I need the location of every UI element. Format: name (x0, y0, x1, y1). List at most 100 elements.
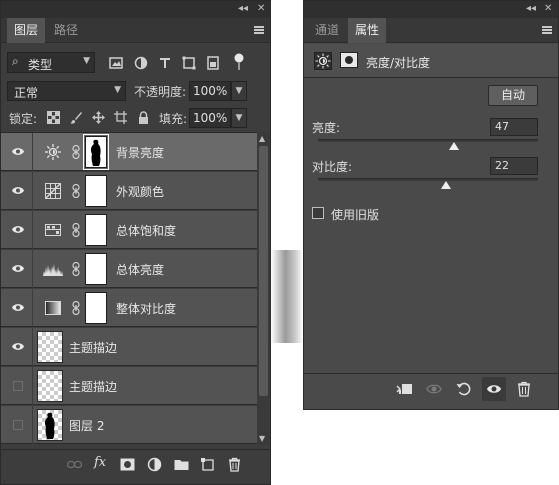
trash-icon[interactable] (516, 381, 532, 397)
layer-list: 背景亮度 外观颜色 总体饱和度 总体亮度 整体对比度 主题描边 主题描边 图层 … (1, 132, 257, 445)
visibility-toggle[interactable] (1, 172, 33, 210)
layer-name[interactable]: 总体亮度 (116, 261, 164, 278)
legacy-checkbox[interactable] (312, 207, 324, 219)
layer-row[interactable]: 外观颜色 (1, 172, 257, 210)
link-icon[interactable] (72, 301, 80, 315)
reset-icon[interactable] (456, 381, 472, 397)
layer-name[interactable]: 外观颜色 (116, 183, 164, 200)
collapse-icon[interactable]: ◂◂ (526, 3, 536, 14)
tab-layers[interactable]: 图层 (7, 18, 46, 43)
new-layer-icon[interactable] (200, 457, 215, 472)
layer-row[interactable]: 主题描边 (1, 328, 257, 366)
brightness-slider-thumb[interactable] (449, 142, 460, 150)
view-previous-icon[interactable] (426, 381, 442, 397)
visibility-toggle[interactable] (1, 367, 33, 405)
layer-mask-thumbnail[interactable] (85, 214, 107, 246)
layer-row[interactable]: 背景亮度 (1, 133, 257, 171)
layers-bottom-toolbar: fx (1, 449, 270, 477)
layers-scrollbar[interactable]: ▲ ▼ (257, 132, 270, 445)
opacity-input[interactable]: 100% (189, 81, 231, 101)
layer-name[interactable]: 主题描边 (69, 339, 117, 356)
fill-label: 填充: (159, 112, 188, 126)
fill-dropdown-button[interactable]: ▼ (231, 108, 247, 128)
layer-name[interactable]: 整体对比度 (116, 300, 176, 317)
chevron-down-icon: ▼ (83, 56, 90, 66)
tab-paths[interactable]: 路径 (47, 18, 85, 43)
tab-channels[interactable]: 通道 (308, 18, 346, 43)
brightness-label: 亮度: (312, 121, 341, 135)
layer-mask-thumbnail[interactable] (85, 253, 107, 285)
visibility-toggle[interactable] (1, 211, 33, 249)
visibility-toggle[interactable] (1, 250, 33, 288)
layer-mask-thumbnail[interactable] (85, 292, 107, 324)
layer-thumbnail[interactable] (37, 409, 63, 441)
visibility-toggle[interactable] (1, 328, 33, 366)
fill-input[interactable]: 100% (189, 108, 231, 128)
link-layers-icon[interactable] (67, 457, 82, 472)
layer-row[interactable]: 总体饱和度 (1, 211, 257, 249)
link-icon[interactable] (72, 184, 80, 198)
layer-row[interactable]: 主题描边 (1, 367, 257, 405)
filter-kind-select[interactable]: ⌕ 类型 ▼ (7, 52, 95, 73)
filter-type-icon[interactable] (158, 56, 172, 70)
filter-kind-label: 类型 (28, 58, 53, 72)
panel-menu-icon[interactable] (254, 23, 264, 37)
visibility-toggle[interactable] (1, 406, 33, 444)
filter-adjustment-icon[interactable] (134, 56, 148, 70)
scroll-down-icon[interactable]: ▼ (259, 434, 265, 443)
close-icon[interactable]: ✕ (544, 3, 552, 14)
lock-artboard-icon[interactable] (114, 111, 127, 124)
lock-image-icon[interactable] (70, 111, 83, 124)
brightness-input[interactable]: 47 (490, 118, 538, 136)
fx-icon[interactable]: fx (94, 455, 109, 470)
layer-thumbnail[interactable] (37, 331, 63, 363)
scroll-up-icon[interactable]: ▲ (259, 134, 265, 143)
brightness-slider-track[interactable] (318, 139, 538, 142)
eye-icon (12, 187, 24, 194)
lock-transparent-icon[interactable] (47, 111, 60, 124)
filter-pixel-icon[interactable] (109, 56, 123, 70)
layer-name[interactable]: 总体饱和度 (116, 222, 176, 239)
layer-name[interactable]: 背景亮度 (116, 144, 164, 161)
tab-properties[interactable]: 属性 (348, 18, 387, 43)
blend-mode-select[interactable]: 正常 ▼ (7, 81, 126, 101)
visibility-toggle[interactable] (1, 133, 33, 171)
properties-header: 亮度/对比度 (304, 44, 558, 78)
layer-name[interactable]: 主题描边 (69, 378, 117, 395)
mask-icon[interactable] (340, 52, 358, 68)
clip-to-layer-icon[interactable] (396, 381, 412, 397)
adjustment-layer-icon[interactable] (147, 457, 162, 472)
contrast-slider-thumb[interactable] (440, 181, 451, 189)
layer-row[interactable]: 图层 2 (1, 406, 257, 444)
lock-position-icon[interactable] (92, 111, 105, 124)
filter-smart-object-icon[interactable] (206, 56, 220, 70)
panel-menu-icon[interactable] (542, 23, 552, 37)
layer-mask-thumbnail[interactable] (85, 175, 107, 207)
brightness-contrast-icon (314, 52, 332, 70)
opacity-dropdown-button[interactable]: ▼ (231, 81, 247, 101)
auto-button[interactable]: 自动 (488, 85, 538, 106)
link-icon[interactable] (72, 145, 80, 159)
layer-row[interactable]: 整体对比度 (1, 289, 257, 327)
collapse-icon[interactable]: ◂◂ (238, 3, 248, 15)
properties-titlebar: ◂◂ ✕ (304, 1, 558, 18)
add-mask-icon[interactable] (120, 457, 135, 472)
lock-all-icon[interactable] (137, 111, 150, 124)
layer-name[interactable]: 图层 2 (69, 417, 104, 434)
silhouette-mask (90, 139, 101, 166)
trash-icon[interactable] (227, 457, 242, 472)
contrast-input[interactable]: 22 (490, 157, 538, 175)
group-folder-icon[interactable] (174, 457, 189, 472)
filter-shape-icon[interactable] (182, 56, 196, 70)
link-icon[interactable] (72, 262, 80, 276)
visibility-toggle[interactable] (1, 289, 33, 327)
scrollbar-thumb[interactable] (259, 146, 268, 396)
contrast-slider-track[interactable] (318, 178, 538, 181)
filter-toggle-icon[interactable] (233, 53, 245, 71)
layer-thumbnail[interactable] (37, 370, 63, 402)
link-icon[interactable] (72, 223, 80, 237)
layer-mask-thumbnail[interactable] (83, 134, 109, 170)
close-icon[interactable]: ✕ (257, 3, 265, 15)
layer-row[interactable]: 总体亮度 (1, 250, 257, 288)
hidden-eye-icon (13, 381, 23, 391)
